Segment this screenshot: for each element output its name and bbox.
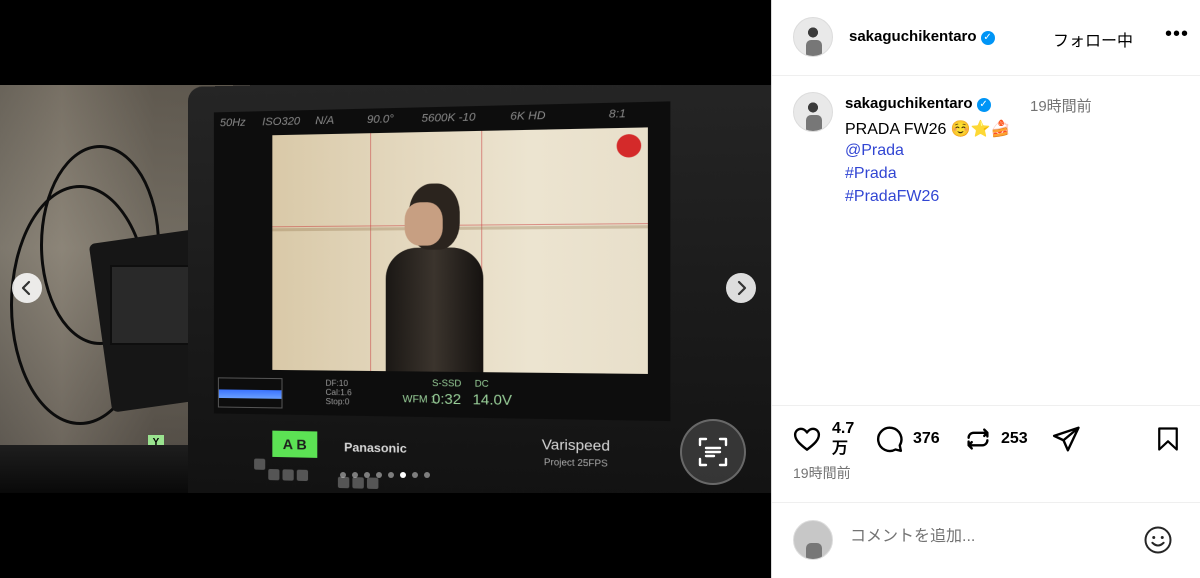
post-media: Y 50Hz ISO320 N/A 90.0° 5600K -10 6K HD … [0,0,771,578]
post-photo: Y 50Hz ISO320 N/A 90.0° 5600K -10 6K HD … [0,85,771,493]
more-options-icon[interactable]: ••• [1165,23,1189,46]
project-label: Project 25FPS [543,456,608,469]
record-indicator [616,133,642,158]
caption-timestamp[interactable]: 19時間前 [1030,95,1092,116]
post-header: sakaguchikentaro ✓ フォロー中 ••• [772,0,1200,76]
save-button[interactable] [1154,424,1184,456]
caption-text: PRADA FW26 ☺️⭐🍰 [845,121,1011,138]
carousel-dot [388,472,394,478]
monitor-screen: 50Hz ISO320 N/A 90.0° 5600K -10 6K HD 8:… [213,101,671,422]
following-button[interactable]: フォロー中 [1053,27,1133,51]
bookmark-icon [1158,427,1178,451]
chevron-right-icon [737,280,747,296]
avatar[interactable] [793,17,833,57]
comment-input[interactable] [850,528,1130,546]
carousel-dot [376,472,382,478]
caption-hashtag[interactable]: #PradaFW26 [845,188,939,206]
carousel-dot [412,472,418,478]
slate-label: A B [272,430,318,458]
carousel-dot [340,472,346,478]
like-count[interactable]: 4.7 万 [832,419,854,459]
post-timestamp[interactable]: 19時間前 [793,463,851,483]
carousel-indicator [337,465,433,478]
repost-count[interactable]: 253 [1001,430,1028,448]
caption-avatar[interactable] [793,92,833,132]
text-scan-icon [698,437,728,467]
emoji-button[interactable] [1143,525,1173,555]
carousel-dot [364,472,370,478]
share-button[interactable] [1051,424,1083,456]
verified-badge-icon: ✓ [976,98,991,112]
post-side-panel: sakaguchikentaro ✓ フォロー中 ••• sakaguchiken… [771,0,1200,578]
chevron-left-icon [21,280,31,296]
repost-icon [967,428,989,450]
comment-count[interactable]: 376 [913,430,940,448]
caption-hashtag[interactable]: #Prada [845,165,897,183]
comment-bubble-icon [877,426,903,453]
carousel-dot [352,472,358,478]
caption-username[interactable]: sakaguchikentaro ✓ [845,95,991,112]
paper-plane-icon [1052,426,1080,452]
my-avatar [793,520,833,560]
comment-button[interactable] [874,424,906,456]
heart-icon [793,427,821,451]
monitor-hud: DF:10 Cal:1.6 Stop:0 WFM 1 S-SSD 0:32 DC… [214,371,670,421]
person-figure [385,247,484,374]
header-username[interactable]: sakaguchikentaro ✓ [849,28,995,45]
carousel-dot [400,472,406,478]
like-button[interactable] [792,424,824,456]
previous-image-button[interactable] [12,273,42,303]
text-scan-button[interactable] [680,419,746,485]
brand-label: Panasonic [344,440,407,456]
smiley-icon [1144,526,1172,554]
verified-badge-icon: ✓ [980,31,995,45]
carousel-dot [424,472,430,478]
varispeed-label: Varispeed [541,435,610,454]
camera-frame [272,127,648,374]
caption-mention[interactable]: @Prada [845,142,904,160]
histogram [217,377,283,409]
repost-button[interactable] [963,424,995,456]
next-image-button[interactable] [726,273,756,303]
